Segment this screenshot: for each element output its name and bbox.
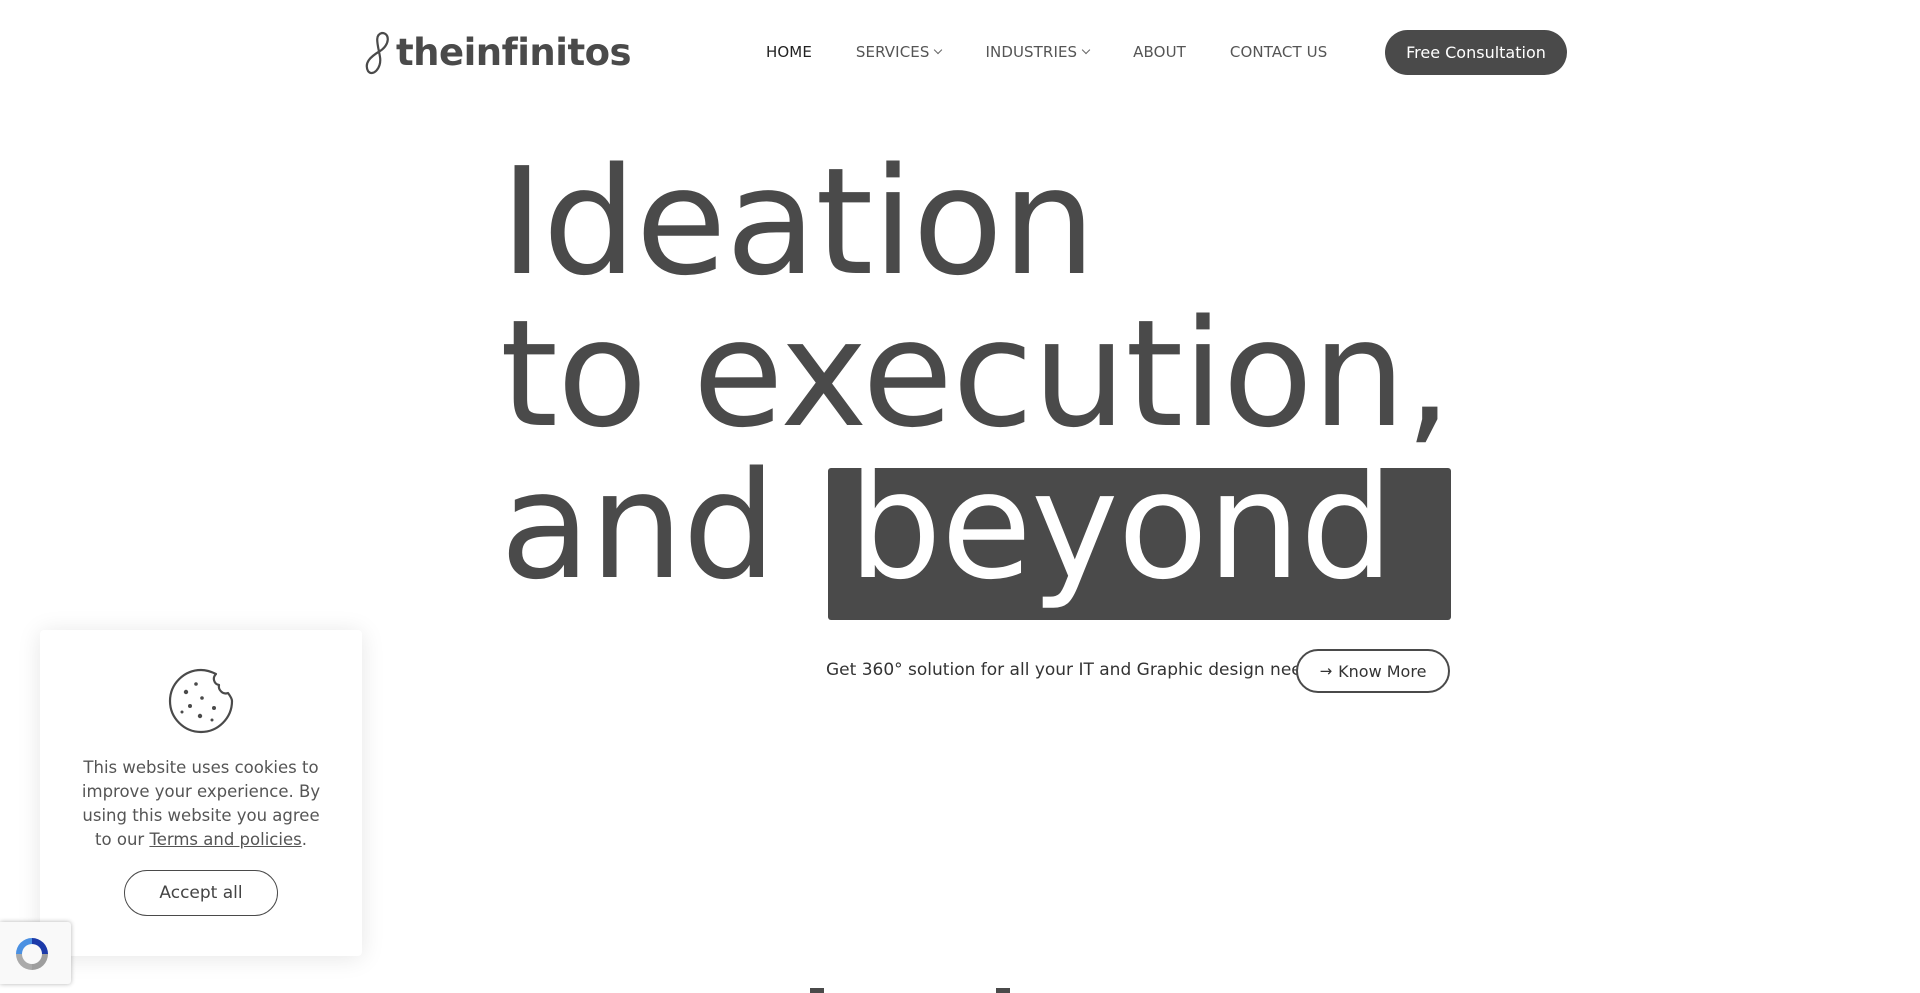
hero-heading-line-3: and bbox=[500, 440, 776, 612]
terms-and-policies-link[interactable]: Terms and policies bbox=[149, 830, 301, 849]
hero-highlight-word: beyond bbox=[848, 440, 1394, 612]
cookie-consent-popup: This website uses cookies to improve you… bbox=[40, 630, 362, 956]
chevron-down-icon bbox=[934, 45, 943, 55]
nav-item-label: INDUSTRIES bbox=[985, 43, 1078, 61]
hero-tagline: Get 360° solution for all your IT and Gr… bbox=[826, 660, 1313, 680]
nav-item-industries[interactable]: INDUSTRIES bbox=[985, 43, 1091, 61]
nav-item-about[interactable]: ABOUT bbox=[1133, 43, 1186, 61]
site-logo[interactable]: theinfinitos bbox=[360, 28, 632, 76]
know-more-label: Know More bbox=[1338, 661, 1427, 681]
chevron-down-icon bbox=[1081, 45, 1091, 55]
nav-item-label: ABOUT bbox=[1133, 43, 1186, 61]
cookie-message-suffix: . bbox=[301, 830, 307, 849]
logo-text: theinfinitos bbox=[396, 30, 632, 74]
accept-all-button[interactable]: Accept all bbox=[124, 870, 278, 916]
main-nav: HOME SERVICES INDUSTRIES ABOUT CONTACT U… bbox=[766, 40, 1327, 64]
nav-item-label: HOME bbox=[766, 43, 812, 61]
hero-heading-line-2: to execution, bbox=[500, 288, 1452, 460]
next-section-hint bbox=[810, 988, 824, 993]
cookie-message: This website uses cookies to improve you… bbox=[80, 756, 322, 852]
recaptcha-icon bbox=[16, 938, 48, 970]
hero-heading-line-1: Ideation bbox=[500, 136, 1096, 308]
recaptcha-badge[interactable] bbox=[0, 922, 71, 984]
nav-item-label: CONTACT US bbox=[1229, 43, 1328, 61]
free-consultation-button[interactable]: Free Consultation bbox=[1385, 30, 1567, 75]
nav-item-contact[interactable]: CONTACT US bbox=[1230, 43, 1327, 61]
nav-item-label: SERVICES bbox=[855, 43, 930, 61]
nav-item-services[interactable]: SERVICES bbox=[855, 43, 943, 61]
infinity-loop-icon bbox=[365, 31, 389, 75]
nav-item-home[interactable]: HOME bbox=[766, 43, 812, 61]
arrow-right-icon: → bbox=[1319, 662, 1333, 680]
know-more-button[interactable]: → Know More bbox=[1296, 649, 1450, 693]
next-section-hint bbox=[996, 988, 1010, 993]
cookie-icon bbox=[168, 668, 234, 734]
site-header: theinfinitos HOME SERVICES INDUSTRIES AB… bbox=[0, 0, 1920, 104]
